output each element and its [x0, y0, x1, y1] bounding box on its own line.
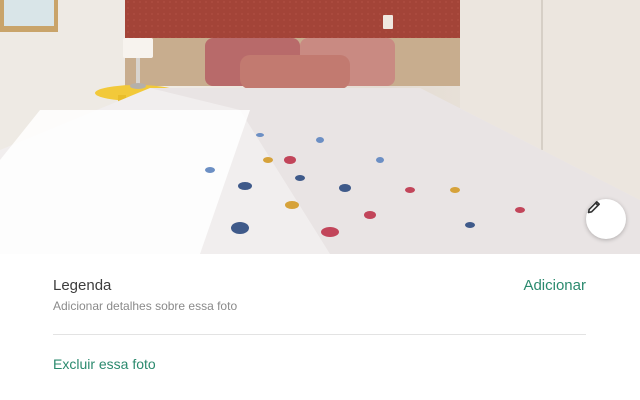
edit-photo-button[interactable]: [586, 199, 626, 239]
section-divider: [53, 334, 586, 335]
caption-hint: Adicionar detalhes sobre essa foto: [53, 299, 238, 313]
add-caption-link[interactable]: Adicionar: [523, 277, 586, 294]
delete-photo-link[interactable]: Excluir essa foto: [53, 356, 156, 372]
listing-photo[interactable]: [0, 0, 640, 254]
bedroom-photo-image: [0, 0, 640, 254]
caption-row: Legenda Adicionar: [53, 274, 586, 296]
caption-title: Legenda: [53, 276, 112, 294]
pencil-icon: [587, 201, 600, 214]
